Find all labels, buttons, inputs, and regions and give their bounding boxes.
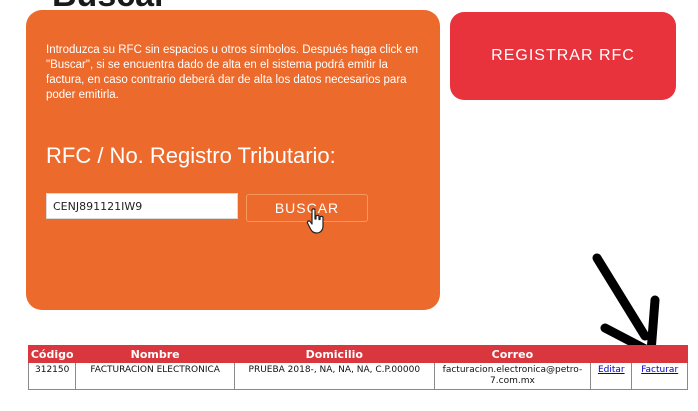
cell-correo: facturacion.electronica@petro-7.com.mx <box>433 362 592 390</box>
column-header-codigo: Código <box>27 345 77 363</box>
register-rfc-button[interactable]: REGISTRAR RFC <box>450 12 676 100</box>
results-table: Código Nombre Domicilio Correo 312150 FA… <box>27 345 688 390</box>
rfc-search-panel: Introduzca su RFC sin espacios u otros s… <box>26 10 440 310</box>
rfc-input[interactable] <box>46 193 238 219</box>
cell-domicilio: PRUEBA 2018-, NA, NA, NA, C.P.00000 <box>233 362 435 390</box>
column-header-nombre: Nombre <box>75 345 235 363</box>
column-header-edit <box>590 345 633 363</box>
column-header-invoice <box>631 345 688 363</box>
invoice-link[interactable]: Facturar <box>641 365 678 375</box>
instructions-text: Introduzca su RFC sin espacios u otros s… <box>46 44 419 101</box>
cell-nombre: FACTURACION ELECTRONICA <box>75 362 235 390</box>
column-header-domicilio: Domicilio <box>233 345 435 363</box>
cell-codigo: 312150 <box>27 362 77 390</box>
arrow-icon <box>592 253 660 356</box>
cell-invoice: Facturar <box>631 362 688 390</box>
column-header-correo: Correo <box>433 345 592 363</box>
table-row: 312150 FACTURACION ELECTRONICA PRUEBA 20… <box>27 362 688 390</box>
edit-link[interactable]: Editar <box>598 365 625 375</box>
hand-cursor-icon <box>306 208 324 234</box>
cell-edit: Editar <box>590 362 633 390</box>
table-header-row: Código Nombre Domicilio Correo <box>27 345 688 363</box>
rfc-label: RFC / No. Registro Tributario: <box>46 143 336 168</box>
